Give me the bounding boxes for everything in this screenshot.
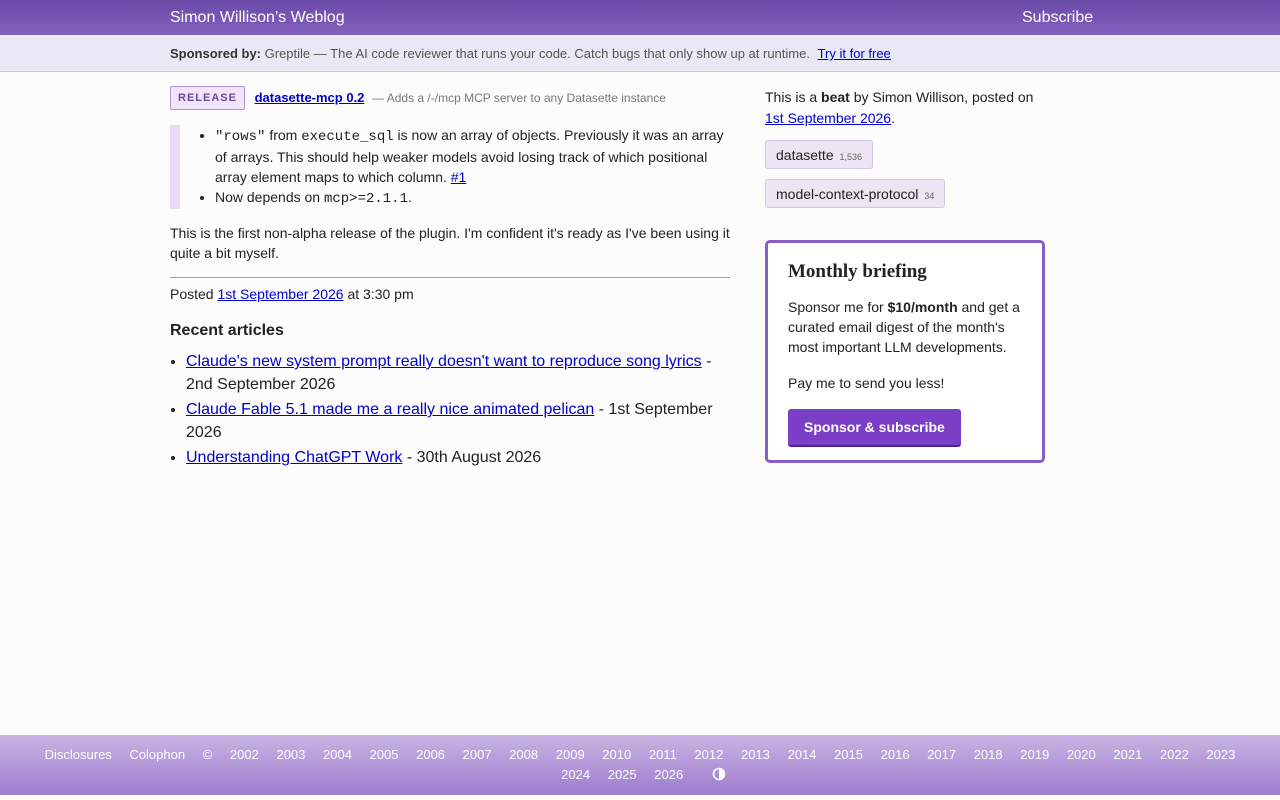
footer-year-link[interactable]: 2015 [834, 747, 863, 762]
briefing-price: $10/month [887, 299, 958, 315]
tag-count: 1,536 [839, 152, 863, 162]
release-badge: RELEASE [170, 86, 245, 110]
footer-year-link[interactable]: 2009 [556, 747, 585, 762]
footer-year-link[interactable]: 2003 [276, 747, 305, 762]
code-execute-sql: execute_sql [301, 129, 394, 145]
list-item: Understanding ChatGPT Work - 30th August… [186, 446, 730, 469]
tag-model-context-protocol[interactable]: model-context-protocol 34 [765, 179, 946, 208]
footer-year-link[interactable]: 2016 [881, 747, 910, 762]
sponsor-cta-link[interactable]: Try it for free [818, 46, 891, 61]
recent-article-link[interactable]: Claude's new system prompt really doesn'… [186, 353, 702, 370]
footer-year-link[interactable]: 2002 [230, 747, 259, 762]
footer-years-row: 2024 2025 2026 [0, 767, 1280, 784]
posted-label: Posted [170, 286, 214, 302]
release-name-link[interactable]: datasette-mcp 0.2 [255, 90, 365, 105]
briefing-tagline: Pay me to send you less! [788, 375, 945, 391]
sponsor-subscribe-button[interactable]: Sponsor & subscribe [788, 409, 961, 447]
footer-year-link[interactable]: 2018 [974, 747, 1003, 762]
main-content: RELEASE datasette-mcp 0.2 — Adds a /-/mc… [170, 86, 730, 471]
tag-count: 34 [924, 191, 935, 201]
footer-link-colophon[interactable]: Colophon [129, 747, 185, 762]
footer-year-link[interactable]: 2020 [1067, 747, 1096, 762]
briefing-text-pre: Sponsor me for [788, 299, 884, 315]
footer-year-link[interactable]: 2004 [323, 747, 352, 762]
beat-meta: This is a beat by Simon Willison, posted… [765, 87, 1045, 129]
posted-date-link[interactable]: 1st September 2026 [217, 286, 343, 302]
sponsor-label: Sponsored by: [170, 46, 262, 61]
meta-date-link[interactable]: 1st September 2026 [765, 110, 891, 126]
sponsor-text: Greptile — The AI code reviewer that run… [264, 46, 810, 61]
recent-article-date: - 30th August 2026 [406, 449, 542, 466]
tag-name: model-context-protocol [776, 186, 919, 202]
sidebar: This is a beat by Simon Willison, posted… [765, 87, 1045, 463]
footer-year-link[interactable]: 2021 [1113, 747, 1142, 762]
copyright-symbol: © [202, 747, 213, 762]
code-dependency: mcp>=2.1.1 [323, 191, 408, 207]
meta-text: . [891, 110, 895, 126]
footer-link-disclosures[interactable]: Disclosures [45, 747, 112, 762]
list-item: Claude's new system prompt really doesn'… [186, 350, 730, 396]
release-header: RELEASE datasette-mcp 0.2 — Adds a /-/mc… [170, 86, 730, 110]
site-footer: Disclosures Colophon © 2002 2003 2004 20… [0, 735, 1280, 795]
tag-datasette[interactable]: datasette 1,536 [765, 140, 874, 169]
footer-year-link[interactable]: 2025 [608, 767, 637, 782]
release-notes: "rows" from execute_sql is now an array … [170, 125, 730, 209]
footer-year-link[interactable]: 2011 [649, 747, 677, 762]
meta-beat: beat [821, 89, 850, 105]
footer-year-link[interactable]: 2023 [1206, 747, 1235, 762]
posted-time: at 3:30 pm [347, 286, 414, 302]
list-item: Claude Fable 5.1 made me a really nice a… [186, 398, 730, 444]
sponsor-banner: Sponsored by: Greptile — The AI code rev… [0, 35, 1280, 72]
issue-link[interactable]: #1 [451, 169, 467, 185]
footer-year-link[interactable]: 2014 [788, 747, 817, 762]
footer-year-link[interactable]: 2005 [370, 747, 399, 762]
footer-year-link[interactable]: 2007 [463, 747, 492, 762]
recent-article-link[interactable]: Understanding ChatGPT Work [186, 449, 402, 466]
recent-article-link[interactable]: Claude Fable 5.1 made me a really nice a… [186, 401, 594, 418]
release-note-item: Now depends on mcp>=2.1.1. [215, 187, 730, 209]
footer-year-link[interactable]: 2017 [927, 747, 956, 762]
note-text: Now depends on [215, 189, 321, 205]
footer-year-link[interactable]: 2022 [1160, 747, 1189, 762]
briefing-text: Sponsor me for $10/month and get a curat… [788, 297, 1022, 357]
footer-links-row: Disclosures Colophon © 2002 2003 2004 20… [0, 747, 1280, 762]
footer-year-link[interactable]: 2026 [654, 767, 683, 782]
note-text: from [269, 127, 298, 143]
briefing-title: Monthly briefing [788, 261, 927, 282]
footer-year-link[interactable]: 2012 [694, 747, 723, 762]
site-title-link[interactable]: Simon Willison’s Weblog [170, 9, 345, 27]
release-paragraph: This is the first non-alpha release of t… [170, 225, 730, 261]
tag-name: datasette [776, 147, 834, 163]
posted-line: Posted 1st September 2026 at 3:30 pm [170, 277, 730, 302]
recent-articles-heading: Recent articles [170, 322, 284, 339]
meta-text: by Simon Willison, posted on [853, 89, 1034, 105]
release-description: — Adds a /-/mcp MCP server to any Datase… [372, 91, 666, 105]
subscribe-link[interactable]: Subscribe [1022, 9, 1093, 27]
footer-year-link[interactable]: 2024 [561, 767, 590, 782]
site-header: Simon Willison’s Weblog Subscribe [0, 0, 1280, 35]
footer-year-link[interactable]: 2013 [741, 747, 770, 762]
monthly-briefing-card: Monthly briefing Sponsor me for $10/mont… [765, 240, 1045, 463]
recent-articles-list: Claude's new system prompt really doesn'… [170, 350, 730, 469]
code-rows: "rows" [215, 129, 266, 145]
release-note-item: "rows" from execute_sql is now an array … [215, 125, 730, 187]
footer-year-link[interactable]: 2019 [1020, 747, 1049, 762]
meta-text: This is a [765, 89, 818, 105]
note-text: . [407, 189, 412, 205]
footer-year-link[interactable]: 2008 [509, 747, 538, 762]
contrast-icon[interactable] [712, 767, 726, 784]
footer-year-link[interactable]: 2006 [416, 747, 445, 762]
footer-year-link[interactable]: 2010 [602, 747, 631, 762]
